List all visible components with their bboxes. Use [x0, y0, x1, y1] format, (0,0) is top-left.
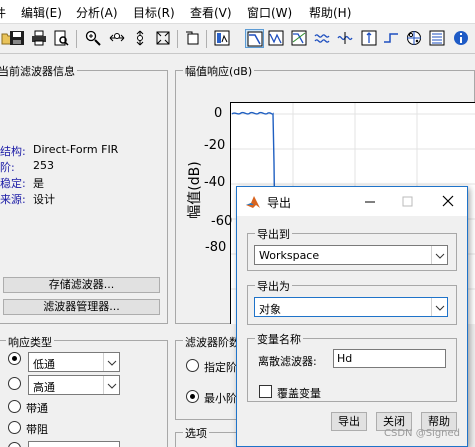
- lowpass-radio[interactable]: [8, 352, 21, 365]
- source-key: 来源:: [0, 193, 26, 206]
- zoom-x-icon[interactable]: [108, 29, 127, 48]
- highpass-select[interactable]: 高通: [28, 375, 120, 395]
- stable-key: 稳定:: [0, 177, 26, 190]
- dialog-title: 导出: [267, 196, 292, 210]
- step-response-icon[interactable]: [382, 29, 401, 48]
- minimum-order-label: 最小阶: [204, 392, 237, 405]
- chevron-down-icon: [103, 353, 119, 371]
- order-key: 阶:: [0, 161, 15, 174]
- filter-specs-icon[interactable]: [213, 29, 232, 48]
- ytick-60: -60: [211, 214, 233, 229]
- store-filter-button[interactable]: 存储滤波器...: [3, 277, 160, 293]
- toolbar-separator: [206, 30, 207, 48]
- plot-ylabel: 幅值(dB): [187, 161, 203, 219]
- watermark: CSDN @Signed: [384, 428, 461, 439]
- close-icon[interactable]: [429, 187, 467, 216]
- minimize-icon[interactable]: [351, 187, 389, 216]
- response-type-title: 响应类型: [6, 334, 54, 350]
- export-as-select[interactable]: 对象: [254, 297, 448, 317]
- export-as-label: 导出为: [255, 278, 292, 294]
- discrete-filter-value: Hd: [337, 352, 353, 365]
- menu-target[interactable]: 目标(R): [133, 4, 175, 21]
- menu-file[interactable]: 件: [0, 4, 6, 21]
- options-title: 选项: [183, 425, 209, 441]
- export-to-select[interactable]: Workspace: [254, 245, 448, 265]
- filter-info-icon[interactable]: [452, 29, 471, 48]
- filter-manager-button[interactable]: 滤波器管理器...: [3, 299, 160, 315]
- ytick-80: -80: [205, 240, 227, 255]
- menu-help[interactable]: 帮助(H): [309, 4, 351, 21]
- order-value: 253: [33, 159, 54, 172]
- toolbar: [0, 25, 475, 54]
- menu-bar: 件 编辑(E) 分析(A) 目标(R) 查看(V) 窗口(W) 帮助(H): [0, 0, 475, 24]
- source-value: 设计: [33, 193, 55, 206]
- menu-analysis[interactable]: 分析(A): [76, 4, 118, 21]
- filter-order-title: 滤波器阶数: [183, 334, 242, 350]
- new-window-icon[interactable]: [183, 29, 202, 48]
- print-icon[interactable]: [30, 29, 49, 48]
- magnitude-response-icon[interactable]: [245, 29, 264, 48]
- phase-response-icon[interactable]: [267, 29, 286, 48]
- minimum-order-radio[interactable]: [186, 390, 199, 403]
- toolbar-separator: [177, 30, 178, 48]
- bandpass-radio[interactable]: [8, 400, 21, 413]
- var-name-label: 变量名称: [255, 331, 303, 347]
- discrete-filter-input[interactable]: Hd: [333, 349, 446, 368]
- specify-order-label: 指定阶: [204, 361, 237, 374]
- zoom-in-icon[interactable]: [84, 29, 103, 48]
- impulse-response-icon[interactable]: [360, 29, 379, 48]
- pole-zero-icon[interactable]: [405, 29, 424, 48]
- menu-window[interactable]: 窗口(W): [247, 4, 292, 21]
- export-as-value: 对象: [259, 303, 281, 316]
- menu-edit[interactable]: 编辑(E): [21, 4, 62, 21]
- overwrite-checkbox[interactable]: [259, 385, 272, 398]
- export-dialog: 导出 导出到 Workspace 导出为 对象 变量名称 离散滤波器: Hd 覆…: [236, 186, 468, 447]
- plot-panel-title: 幅值响应(dB): [183, 63, 255, 79]
- plot-ylabel-box: 幅值(dB): [186, 150, 203, 230]
- filter-info-title: 当前滤波器信息: [0, 63, 77, 79]
- ytick-40: -40: [204, 175, 226, 190]
- menu-view[interactable]: 查看(V): [190, 4, 232, 21]
- filter-order-panel: [175, 340, 245, 420]
- export-button[interactable]: 导出: [331, 412, 367, 431]
- bandpass-label: 带通: [26, 402, 48, 415]
- maximize-icon[interactable]: [389, 187, 427, 216]
- lowpass-select[interactable]: 低通: [28, 352, 120, 372]
- toolbar-separator: [76, 30, 77, 48]
- dialog-titlebar[interactable]: 导出: [237, 187, 467, 216]
- export-to-value: Workspace: [259, 249, 320, 262]
- structure-key: 结构:: [0, 145, 26, 158]
- stable-value: 是: [33, 177, 44, 190]
- full-view-icon[interactable]: [154, 29, 173, 48]
- mag-phase-icon[interactable]: [290, 29, 309, 48]
- print-preview-icon[interactable]: [52, 29, 71, 48]
- export-to-label: 导出到: [255, 226, 292, 242]
- specify-order-radio[interactable]: [186, 359, 199, 372]
- structure-value: Direct-Form FIR: [33, 143, 119, 156]
- highpass-select-value: 高通: [33, 381, 55, 394]
- ytick-0: 0: [214, 106, 223, 121]
- other-select[interactable]: [28, 441, 120, 447]
- bandstop-label: 带阻: [26, 423, 48, 436]
- chevron-down-icon: [431, 246, 447, 264]
- discrete-filter-label: 离散滤波器:: [258, 355, 317, 368]
- chevron-down-icon: [431, 298, 447, 316]
- save-icon[interactable]: [8, 29, 27, 48]
- group-delay-icon[interactable]: [313, 29, 332, 48]
- lowpass-select-value: 低通: [33, 358, 55, 371]
- highpass-radio[interactable]: [8, 377, 21, 390]
- bandstop-radio[interactable]: [8, 421, 21, 434]
- coefficients-icon[interactable]: [428, 29, 447, 48]
- overwrite-label: 覆盖变量: [277, 387, 321, 400]
- matlab-icon: [245, 194, 261, 213]
- phase-delay-icon[interactable]: [336, 29, 355, 48]
- ytick-20: -20: [204, 138, 226, 153]
- chevron-down-icon: [103, 376, 119, 394]
- zoom-y-icon[interactable]: [131, 29, 150, 48]
